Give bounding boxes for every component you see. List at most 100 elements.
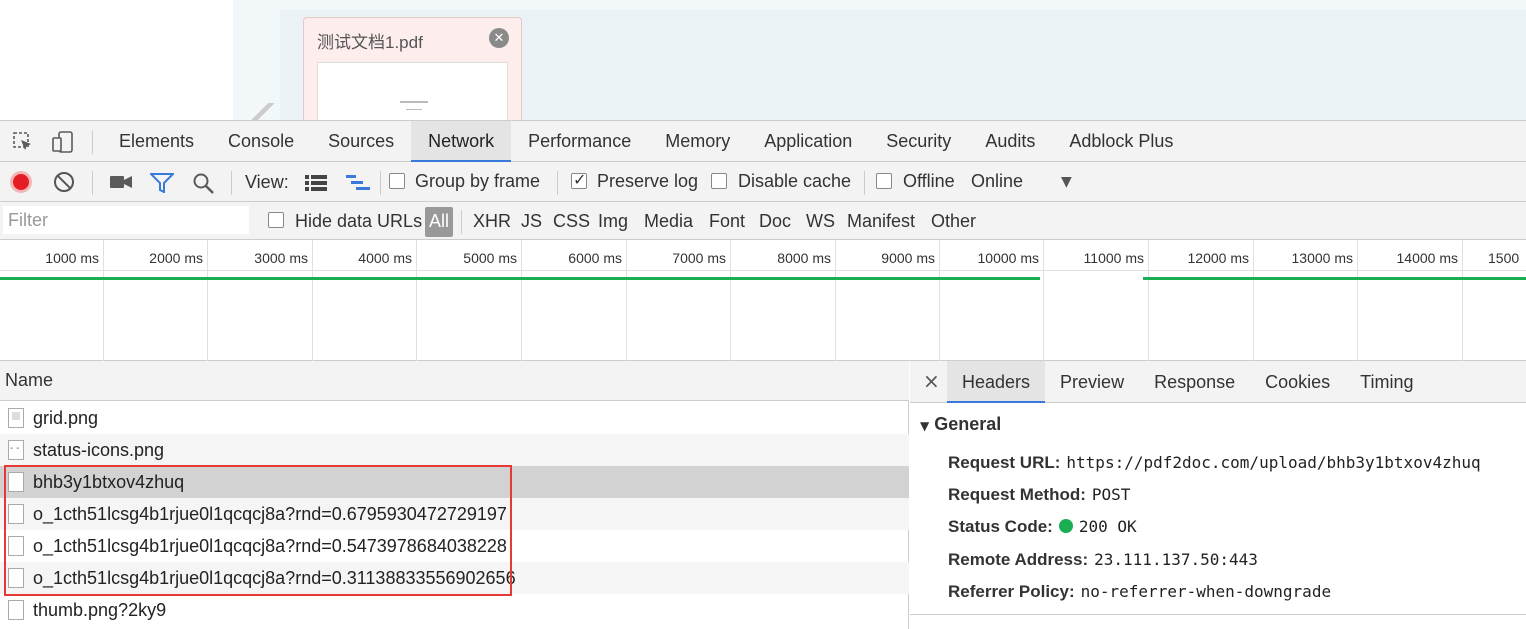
filter-type-doc[interactable]: Doc (759, 211, 791, 232)
timeline-gridline (835, 240, 836, 361)
filter-type-manifest[interactable]: Manifest (847, 211, 915, 232)
status-code-label: Status Code: (948, 517, 1053, 536)
timeline-request-bar (0, 277, 1040, 280)
timeline-tick-label: 3000 ms (254, 250, 308, 266)
request-row[interactable]: grid.png (0, 402, 909, 434)
tab-sources[interactable]: Sources (311, 121, 411, 162)
filter-type-xhr[interactable]: XHR (473, 211, 511, 232)
document-file-icon (8, 600, 24, 620)
large-request-rows-icon[interactable] (305, 174, 327, 192)
image-file-icon (8, 408, 24, 428)
details-tab-bar: × Headers Preview Response Cookies Timin… (910, 361, 1526, 403)
filter-type-other[interactable]: Other (931, 211, 976, 232)
request-method-label: Request Method: (948, 485, 1086, 504)
request-row[interactable]: o_1cth51lcsg4b1rjue0l1qcqcj8a?rnd=0.6795… (0, 498, 909, 530)
close-details-icon[interactable]: × (923, 369, 940, 393)
timeline-gridline (312, 240, 313, 361)
tab-application[interactable]: Application (747, 121, 869, 162)
tab-timing[interactable]: Timing (1345, 361, 1428, 403)
filter-type-font[interactable]: Font (709, 211, 745, 232)
status-ok-icon (1058, 519, 1073, 533)
preserve-log-checkbox[interactable] (571, 170, 587, 189)
record-icon[interactable] (10, 171, 32, 193)
referrer-policy-row: Referrer Policy: no-referrer-when-downgra… (948, 582, 1331, 602)
tab-network[interactable]: Network (411, 121, 512, 162)
timeline-tick-label: 7000 ms (672, 250, 726, 266)
clear-icon[interactable] (54, 172, 74, 192)
expand-triangle-icon: ▼ (920, 419, 930, 433)
filter-icon[interactable] (150, 173, 174, 193)
timeline-tick-label: 11000 ms (1083, 250, 1144, 266)
request-name: o_1cth51lcsg4b1rjue0l1qcqcj8a?rnd=0.6795… (33, 504, 507, 524)
request-row[interactable]: status-icons.png (0, 433, 909, 466)
remote-address-value: 23.111.137.50:443 (1094, 550, 1258, 569)
request-method-value: POST (1091, 485, 1131, 504)
request-row[interactable]: o_1cth51lcsg4b1rjue0l1qcqcj8a?rnd=0.3113… (0, 562, 909, 594)
search-icon[interactable] (193, 173, 215, 195)
request-row[interactable]: o_1cth51lcsg4b1rjue0l1qcqcj8a?rnd=0.5473… (0, 530, 909, 562)
toolbar-divider (231, 171, 232, 195)
filter-type-img[interactable]: Img (598, 211, 628, 232)
remote-address-label: Remote Address: (948, 550, 1089, 569)
thumbnail-text-line (400, 101, 428, 103)
tab-security[interactable]: Security (869, 121, 968, 162)
filter-type-media[interactable]: Media (644, 211, 693, 232)
screenshot-camera-icon[interactable] (110, 175, 132, 189)
tab-adblock-plus[interactable]: Adblock Plus (1052, 121, 1190, 162)
remove-file-icon[interactable]: ✕ (489, 28, 509, 48)
timeline-tick-label: 12000 ms (1187, 250, 1249, 266)
request-url-label: Request URL: (948, 453, 1061, 472)
filter-type-all[interactable]: All (425, 207, 454, 237)
toolbar-divider (864, 171, 865, 195)
tab-elements[interactable]: Elements (102, 121, 211, 162)
general-section-header[interactable]: ▼ General (920, 414, 1001, 435)
toolbar-divider (92, 130, 93, 154)
filter-type-css[interactable]: CSS (553, 211, 590, 232)
request-row[interactable]: bhb3y1btxov4zhuq (0, 466, 909, 498)
status-code-value: 200 OK (1078, 517, 1137, 536)
column-header-name[interactable]: Name (0, 361, 909, 401)
timeline-gridline (1357, 240, 1358, 361)
throttling-select[interactable]: Online (971, 171, 1023, 192)
group-by-frame-checkbox[interactable] (389, 173, 405, 189)
timeline-gridline (521, 240, 522, 361)
filter-type-ws[interactable]: WS (806, 211, 835, 232)
tab-memory[interactable]: Memory (648, 121, 747, 162)
tab-performance[interactable]: Performance (511, 121, 648, 162)
tab-preview[interactable]: Preview (1045, 361, 1139, 403)
filter-type-js[interactable]: JS (521, 211, 542, 232)
tab-headers[interactable]: Headers (947, 361, 1046, 403)
request-row[interactable]: thumb.png?2ky9 (0, 594, 909, 626)
offline-checkbox[interactable] (876, 173, 892, 189)
image-file-icon (8, 433, 24, 465)
tab-response[interactable]: Response (1139, 361, 1250, 403)
filter-input[interactable] (3, 206, 249, 234)
offline-label: Offline (903, 171, 955, 191)
inspect-element-icon[interactable] (12, 131, 34, 153)
hide-data-urls-label: Hide data URLs (295, 211, 423, 231)
timeline-tick-label: 14000 ms (1396, 250, 1458, 266)
waterfall-overview-icon[interactable] (346, 174, 372, 192)
toolbar-divider (380, 171, 381, 195)
timeline-tick-label: 6000 ms (568, 250, 622, 266)
request-url-row: Request URL: https://pdf2doc.com/upload/b… (948, 453, 1481, 473)
uploaded-file-card[interactable]: 测试文档1.pdf ✕ (303, 17, 522, 132)
document-file-icon (8, 568, 24, 588)
toolbar-divider (461, 210, 462, 234)
timeline-gridline (730, 240, 731, 361)
tab-cookies[interactable]: Cookies (1250, 361, 1345, 403)
tab-audits[interactable]: Audits (968, 121, 1052, 162)
details-tabs: Headers Preview Response Cookies Timing (947, 361, 1429, 403)
device-toolbar-icon[interactable] (52, 131, 74, 153)
chevron-down-icon[interactable]: ▼ (1061, 174, 1072, 190)
tab-console[interactable]: Console (211, 121, 311, 162)
disable-cache-label: Disable cache (738, 171, 852, 191)
disable-cache-checkbox[interactable] (711, 173, 727, 189)
timeline-tick-label: 9000 ms (881, 250, 935, 266)
timeline-gridline (1253, 240, 1254, 361)
request-details-panel: × Headers Preview Response Cookies Timin… (910, 361, 1526, 629)
timeline-overview[interactable]: 1000 ms 2000 ms 3000 ms 4000 ms 5000 ms … (0, 240, 1526, 361)
timeline-gridline (939, 240, 940, 361)
page-decoration (250, 103, 274, 120)
hide-data-urls-checkbox[interactable] (268, 212, 284, 228)
